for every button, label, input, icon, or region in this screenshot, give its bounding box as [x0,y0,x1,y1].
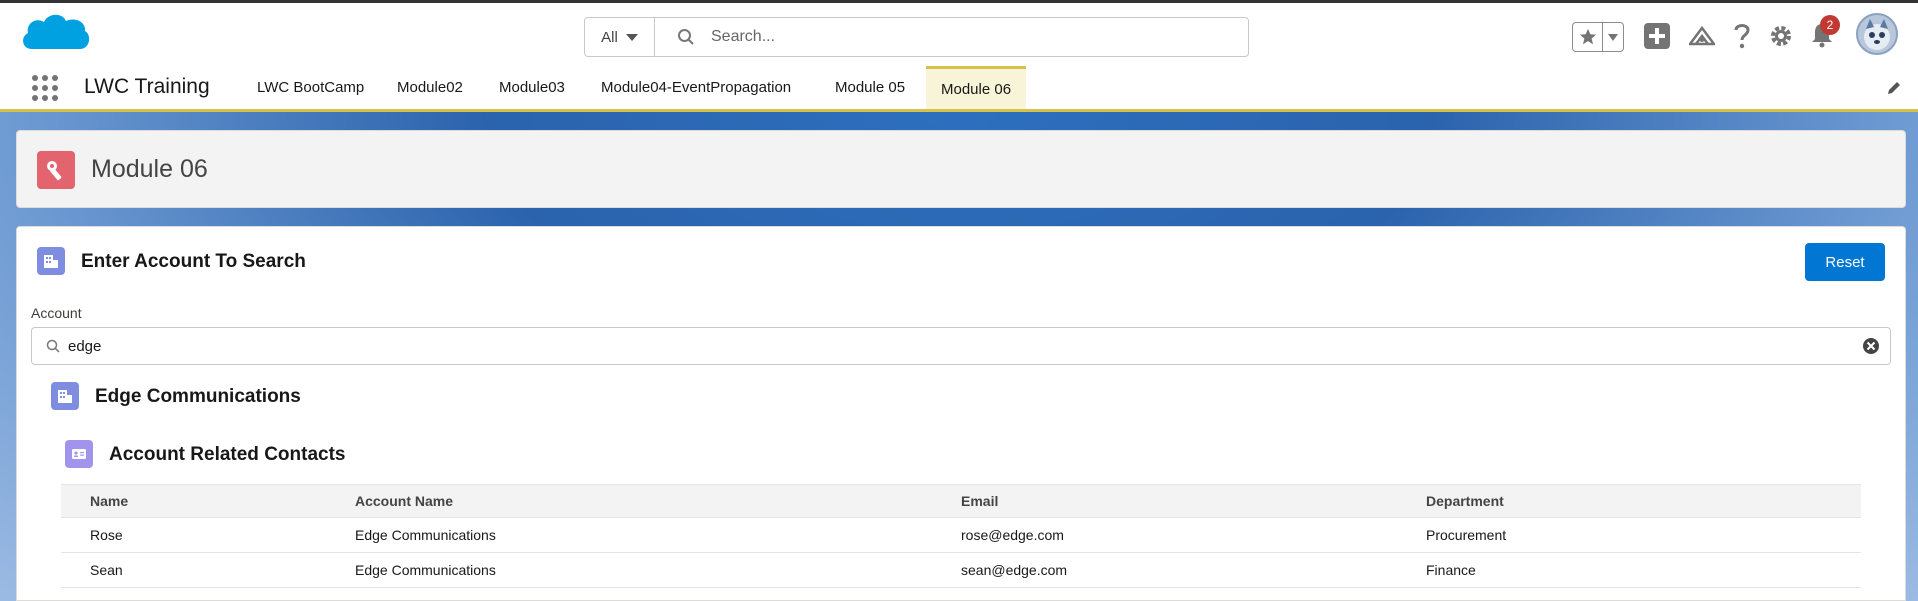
contacts-heading: Account Related Contacts [109,444,346,465]
search-placeholder: Search... [711,28,776,45]
astro-avatar-icon [1864,19,1890,50]
search-icon [46,339,60,353]
cell-name: Rose [61,517,326,553]
add-icon[interactable] [1644,23,1670,49]
cell-department: Procurement [1397,517,1861,553]
card-title: Enter Account To Search [81,251,306,272]
column-header-email[interactable]: Email [932,484,1397,518]
star-icon[interactable] [1573,23,1603,51]
chevron-down-icon [1608,33,1618,41]
favorites-list-dropdown[interactable] [1603,23,1623,51]
global-search: All Search... [584,17,1249,57]
salesforce-logo[interactable] [18,9,92,61]
page-title: Module 06 [91,155,208,183]
cell-account-name: Edge Communications [326,517,932,553]
contact-icon [65,440,93,468]
page-header: Module 06 [16,130,1906,208]
cell-account-name: Edge Communications [326,552,932,588]
clear-input-icon[interactable] [1862,337,1880,355]
account-search-input[interactable]: edge [31,327,1891,365]
cell-name: Sean [61,552,326,588]
chevron-down-icon [625,33,638,41]
help-icon[interactable] [1732,22,1752,50]
account-input-value: edge [68,337,102,355]
edit-nav-pencil-icon[interactable] [1886,80,1902,96]
reset-button[interactable]: Reset [1805,243,1885,281]
app-launcher-icon[interactable] [30,73,58,101]
tab-module-05[interactable]: Module 05 [820,66,920,109]
favorites-button[interactable] [1572,22,1624,52]
account-search-card: Enter Account To Search Reset Account ed… [16,226,1906,601]
global-search-input[interactable]: Search... [655,18,1248,56]
tab-module02[interactable]: Module02 [382,66,478,109]
notification-count-badge: 2 [1820,15,1840,35]
table-header-row: Name Account Name Email Department [61,484,1861,518]
account-name-heading: Edge Communications [95,386,301,407]
user-avatar[interactable] [1856,13,1898,55]
app-nav-bar: LWC Training LWC BootCamp Module02 Modul… [0,66,1918,112]
column-header-name[interactable]: Name [61,484,326,518]
app-name: LWC Training [84,75,210,98]
trailhead-icon[interactable] [1689,24,1715,48]
column-header-account-name[interactable]: Account Name [326,484,932,518]
global-header: All Search... 2 [0,0,1918,66]
gear-icon[interactable] [1768,23,1794,49]
column-header-department[interactable]: Department [1397,484,1861,518]
cell-department: Finance [1397,552,1861,588]
account-field-label: Account [31,305,82,321]
search-scope-label: All [601,28,618,46]
tab-module03[interactable]: Module03 [484,66,580,109]
cell-email: sean@edge.com [932,552,1397,588]
search-scope-dropdown[interactable]: All [585,18,655,56]
wrench-icon [37,151,75,189]
search-icon [678,29,694,45]
tab-lwc-bootcamp[interactable]: LWC BootCamp [242,66,379,109]
tab-module-06[interactable]: Module 06 [926,66,1027,109]
account-icon [51,382,79,410]
contacts-table: Name Account Name Email Department Rose … [61,484,1861,588]
cell-email: rose@edge.com [932,517,1397,553]
tab-module04-eventpropagation[interactable]: Module04-EventPropagation [586,66,806,109]
account-icon [37,247,65,275]
table-row: Rose Edge Communications rose@edge.com P… [61,517,1861,553]
table-row: Sean Edge Communications sean@edge.com F… [61,552,1861,588]
